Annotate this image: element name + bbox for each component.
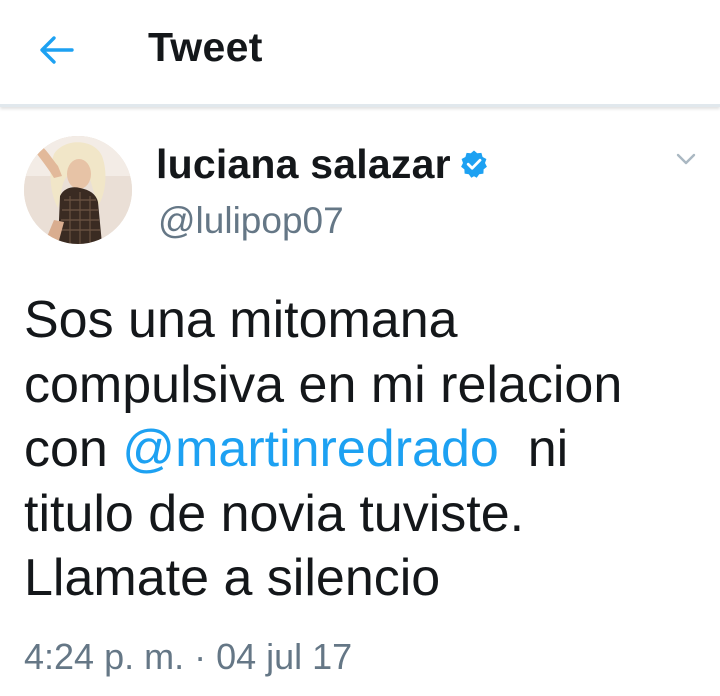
- verified-badge-icon: [459, 149, 489, 179]
- author-name-row[interactable]: luciana salazar: [156, 138, 489, 190]
- author-display-name[interactable]: luciana salazar: [156, 141, 451, 188]
- tweet-text-line: titulo de novia tuviste.: [24, 484, 525, 543]
- author-handle[interactable]: @lulipop07: [158, 200, 344, 242]
- arrow-left-icon: [40, 36, 74, 64]
- tweet-text-line: Sos una mitomana: [24, 291, 458, 349]
- tweet-timestamp: 4:24 p. m. · 04 jul 17: [24, 636, 353, 677]
- tweet-menu-button[interactable]: [673, 146, 699, 172]
- chevron-down-icon: [676, 153, 696, 165]
- tweet-text-line: compulsiva en mi relacion: [24, 355, 623, 414]
- tweet-text-segment: ni: [498, 420, 569, 478]
- tweet-text: Sos una mitomana compulsiva en mi relaci…: [24, 288, 714, 611]
- back-button[interactable]: [34, 28, 78, 72]
- tweet-text-line: con @martinredrado ni: [24, 417, 714, 482]
- tweet-text-segment: con: [24, 420, 123, 478]
- profile-photo: [24, 136, 132, 244]
- page-title: Tweet: [148, 24, 263, 70]
- mention-link[interactable]: @martinredrado: [122, 420, 499, 478]
- avatar[interactable]: [24, 136, 132, 244]
- top-app-bar: Tweet: [0, 0, 720, 107]
- tweet-text-line: Llamate a silencio: [24, 549, 441, 607]
